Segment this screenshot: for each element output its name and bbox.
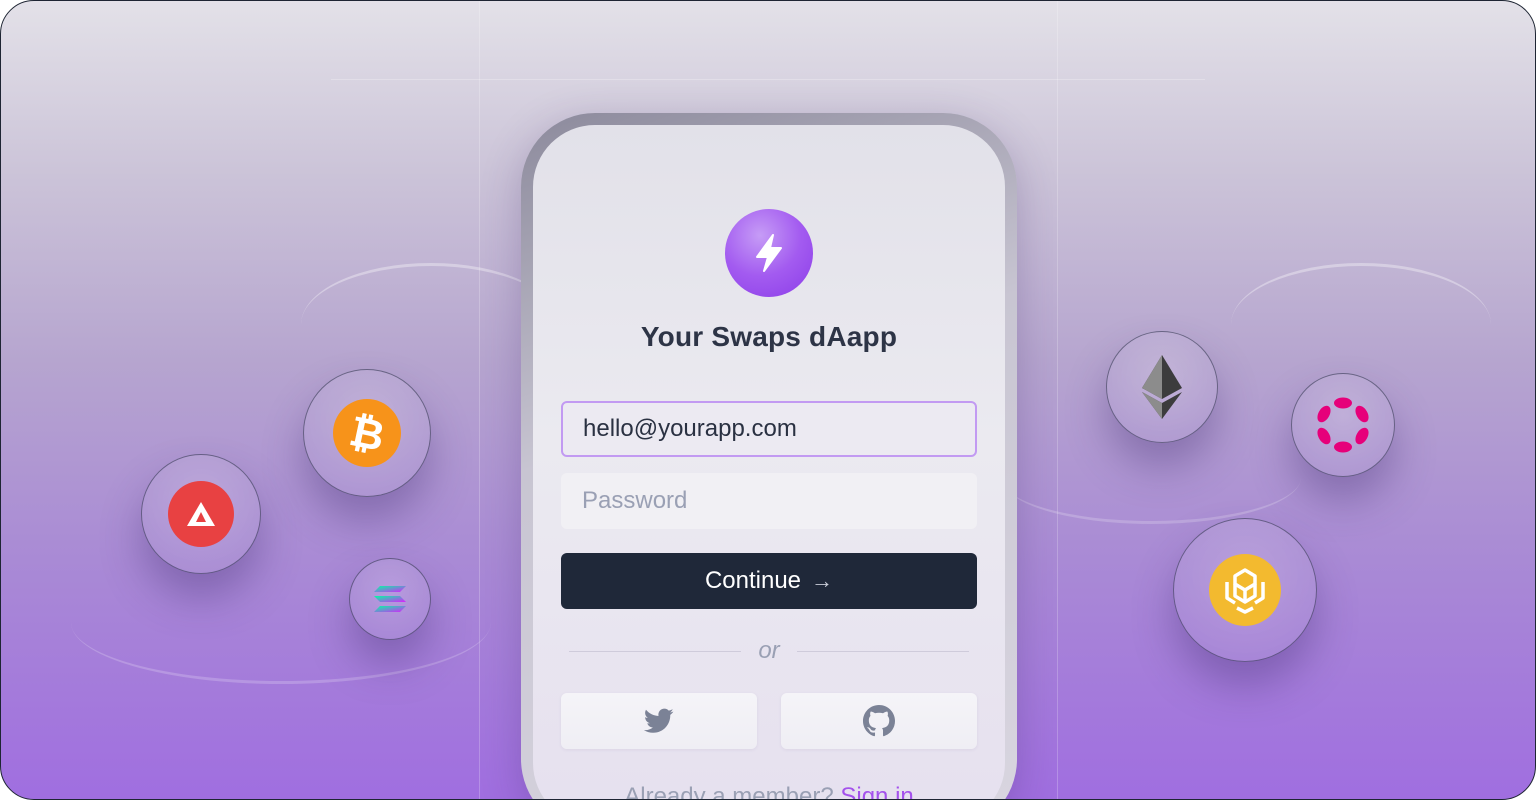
coin-polkadot <box>1291 373 1395 477</box>
twitter-icon <box>644 708 674 733</box>
grid-line <box>479 1 480 799</box>
lightning-icon <box>756 234 782 272</box>
member-prompt: Already a member? Sign in <box>561 783 977 800</box>
twitter-login-button[interactable] <box>561 693 757 749</box>
app-logo <box>725 209 813 297</box>
continue-label: Continue <box>704 567 802 594</box>
decorative-swirl <box>1231 263 1491 386</box>
bnb-icon <box>1209 554 1281 626</box>
avalanche-icon <box>168 481 234 547</box>
github-icon <box>863 705 895 737</box>
password-field[interactable] <box>561 473 977 529</box>
divider-text: or <box>758 637 780 664</box>
hero-background: ₿ Your Swaps dAapp hello@yourapp.com Con… <box>0 0 1536 800</box>
decorative-swirl <box>1001 431 1301 524</box>
github-login-button[interactable] <box>781 693 977 749</box>
polkadot-icon <box>1313 395 1373 455</box>
grid-line <box>1057 1 1058 799</box>
solana-icon <box>370 579 410 619</box>
coin-bitcoin: ₿ <box>303 369 431 497</box>
continue-button[interactable]: Continue → <box>561 553 977 609</box>
member-text: Already a member? <box>624 783 834 800</box>
divider-left <box>569 651 741 652</box>
bitcoin-icon: ₿ <box>333 399 401 467</box>
decorative-swirl <box>71 561 491 684</box>
page-title: Your Swaps dAapp <box>640 321 898 352</box>
coin-avalanche <box>141 454 261 574</box>
ethereum-icon <box>1137 352 1187 422</box>
grid-line <box>331 79 1205 80</box>
divider-right <box>797 651 969 652</box>
coin-solana <box>349 558 431 640</box>
sign-in-link[interactable]: Sign in <box>840 783 913 799</box>
coin-bnb <box>1173 518 1317 662</box>
email-field[interactable] <box>561 401 977 457</box>
coin-ethereum <box>1106 331 1218 443</box>
arrow-right-icon: → <box>811 568 834 593</box>
